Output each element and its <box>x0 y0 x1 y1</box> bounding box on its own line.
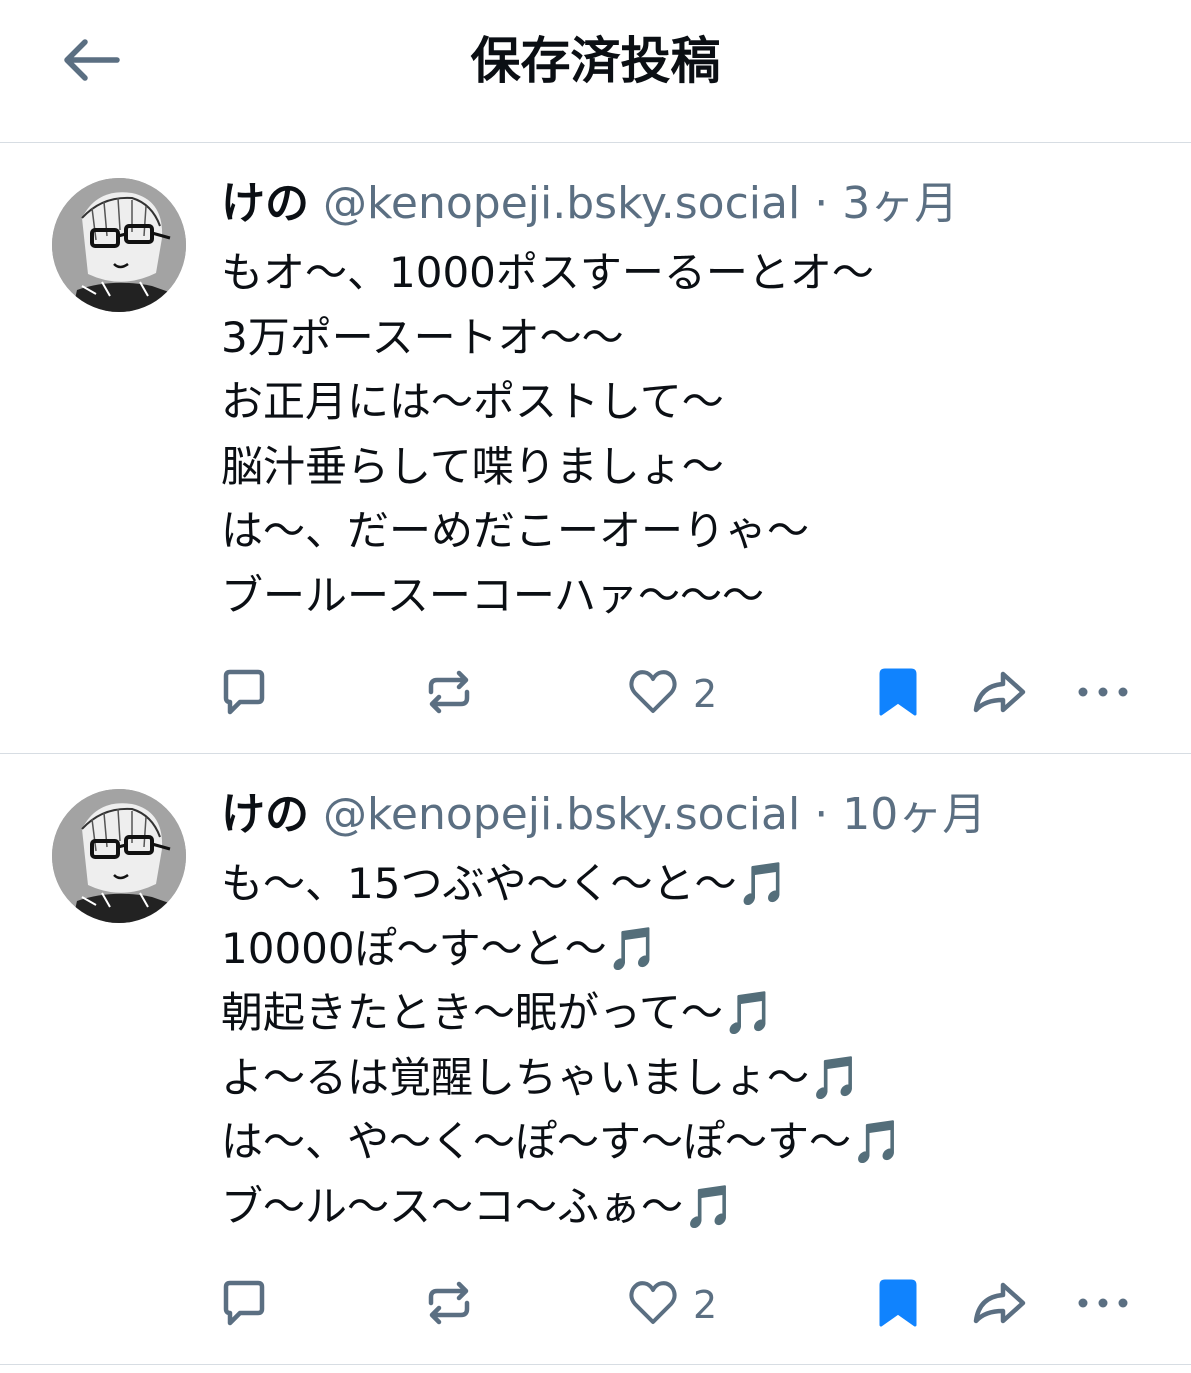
reply-icon <box>218 1277 270 1333</box>
like-count: 2 <box>693 672 718 716</box>
like-count: 2 <box>693 1283 718 1327</box>
post-line: 脳汁垂らして喋りましょ〜 <box>221 441 724 491</box>
post-actions: 2 <box>0 659 1191 729</box>
repost-icon <box>423 1277 475 1333</box>
reply-button[interactable] <box>218 659 270 729</box>
post-line: 10000ぽ〜す〜と〜🎵 <box>221 923 659 973</box>
like-button[interactable]: 2 <box>627 1270 717 1340</box>
meta-separator: · <box>814 789 829 840</box>
ellipsis-icon <box>1076 682 1130 706</box>
post-line: は〜、だーめだこーオーりゃ〜 <box>221 506 810 555</box>
post-line: も〜、15つぶや〜く〜と〜🎵 <box>221 859 789 908</box>
post-line: 3万ポースートオ〜〜 <box>221 312 624 362</box>
avatar[interactable] <box>52 178 186 312</box>
post-timestamp[interactable]: 10ヶ月 <box>842 789 986 840</box>
author-handle[interactable]: @kenopeji.bsky.social <box>323 178 800 229</box>
meta-separator: · <box>814 178 829 229</box>
repost-button[interactable] <box>423 1270 475 1340</box>
post-line: お正月には〜ポストして〜 <box>221 377 724 426</box>
share-arrow-icon <box>971 666 1027 722</box>
repost-icon <box>423 666 475 722</box>
reply-icon <box>218 666 270 722</box>
bookmark-filled-icon <box>875 666 921 722</box>
reply-button[interactable] <box>218 1270 270 1340</box>
like-button[interactable]: 2 <box>627 659 717 729</box>
post-line: は〜、や〜く〜ぽ〜す〜ぽ〜す〜🎵 <box>221 1117 904 1166</box>
more-options-button[interactable] <box>1076 659 1130 729</box>
post-line: ブールースーコーハァ〜〜〜 <box>221 570 765 620</box>
author-handle[interactable]: @kenopeji.bsky.social <box>323 789 800 840</box>
post-body: もオ〜、1000ポスすーるーとオ〜 3万ポースートオ〜〜 お正月には〜ポストして… <box>221 241 1161 628</box>
saved-posts-feed: けの @kenopeji.bsky.social · 3ヶ月 もオ〜、1000ポ… <box>0 143 1191 1365</box>
more-options-button[interactable] <box>1076 1270 1130 1340</box>
post-line: ブ〜ル〜ス〜コ〜ふぁ〜🎵 <box>221 1181 736 1231</box>
avatar[interactable] <box>52 789 186 923</box>
share-arrow-icon <box>971 1277 1027 1333</box>
heart-icon <box>627 666 679 722</box>
post-body: も〜、15つぶや〜く〜と〜🎵 10000ぽ〜す〜と〜🎵 朝起きたとき〜眠がって〜… <box>221 852 1161 1239</box>
post-actions: 2 <box>0 1270 1191 1340</box>
bookmark-button[interactable] <box>875 659 921 729</box>
share-button[interactable] <box>971 659 1027 729</box>
post-item[interactable]: けの @kenopeji.bsky.social · 3ヶ月 もオ〜、1000ポ… <box>0 143 1191 754</box>
share-button[interactable] <box>971 1270 1027 1340</box>
bookmark-button[interactable] <box>875 1270 921 1340</box>
repost-button[interactable] <box>423 659 475 729</box>
page-title: 保存済投稿 <box>470 32 721 90</box>
top-bar: 保存済投稿 <box>0 0 1191 143</box>
bookmark-filled-icon <box>875 1277 921 1333</box>
post-meta: けの @kenopeji.bsky.social · 10ヶ月 <box>221 786 986 844</box>
author-name[interactable]: けの <box>221 789 309 840</box>
author-name[interactable]: けの <box>221 178 309 229</box>
post-meta: けの @kenopeji.bsky.social · 3ヶ月 <box>221 175 958 233</box>
post-line: もオ〜、1000ポスすーるーとオ〜 <box>221 248 874 297</box>
ellipsis-icon <box>1076 1293 1130 1317</box>
heart-icon <box>627 1277 679 1333</box>
post-timestamp[interactable]: 3ヶ月 <box>842 178 958 229</box>
post-item[interactable]: けの @kenopeji.bsky.social · 10ヶ月 も〜、15つぶや… <box>0 754 1191 1365</box>
post-line: よ〜るは覚醒しちゃいましょ〜🎵 <box>221 1052 862 1102</box>
post-line: 朝起きたとき〜眠がって〜🎵 <box>221 988 776 1037</box>
